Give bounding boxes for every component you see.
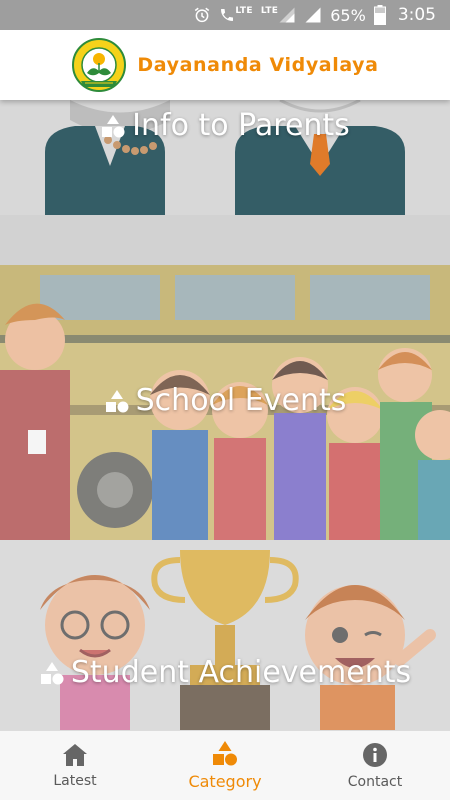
call-lte-label: LTE — [235, 6, 253, 16]
category-card-student-achievements[interactable]: Student Achievements — [0, 540, 450, 730]
lte-signal-icon: LTE — [261, 0, 296, 30]
call-lte-icon: LTE — [219, 0, 253, 30]
home-icon — [63, 743, 87, 766]
category-label-row: School Events — [0, 383, 450, 418]
app-title: Dayananda Vidyalaya — [137, 54, 379, 76]
nav-item-latest[interactable]: Latest — [0, 731, 150, 800]
bottom-navigation: Latest Category Contact — [0, 730, 450, 800]
signal-icon — [304, 0, 322, 30]
info-icon — [363, 742, 387, 767]
category-label-row: Student Achievements — [0, 655, 450, 690]
category-icon — [213, 741, 237, 766]
category-title: Info to Parents — [132, 108, 350, 143]
school-logo-icon — [71, 37, 127, 93]
alarm-icon — [193, 0, 211, 30]
category-label-row: Info to Parents — [0, 108, 450, 143]
nav-label-latest: Latest — [53, 772, 97, 789]
app-bar: Dayananda Vidyalaya — [0, 30, 450, 100]
battery-percent: 65% — [330, 5, 366, 25]
category-icon — [105, 389, 129, 412]
category-title: Student Achievements — [70, 655, 412, 690]
category-title: School Events — [135, 383, 347, 418]
nav-item-category[interactable]: Category — [150, 731, 300, 800]
clock-time: 3:05 — [397, 5, 436, 25]
nav-label-contact: Contact — [347, 773, 403, 790]
category-card-info-to-parents[interactable]: Info to Parents — [0, 100, 450, 265]
app-screen: LTE LTE 65% 3:05 Dayananda Vidyalaya Inf… — [0, 0, 450, 800]
nav-item-contact[interactable]: Contact — [300, 731, 450, 800]
network-type-label: LTE — [260, 6, 279, 16]
status-bar: LTE LTE 65% 3:05 — [0, 0, 450, 30]
category-icon — [40, 661, 64, 684]
category-icon — [102, 114, 125, 137]
category-card-school-events[interactable]: School Events — [0, 265, 450, 540]
student-achievements-illustration — [0, 540, 450, 730]
nav-label-category: Category — [188, 772, 262, 791]
battery-icon — [373, 0, 386, 30]
